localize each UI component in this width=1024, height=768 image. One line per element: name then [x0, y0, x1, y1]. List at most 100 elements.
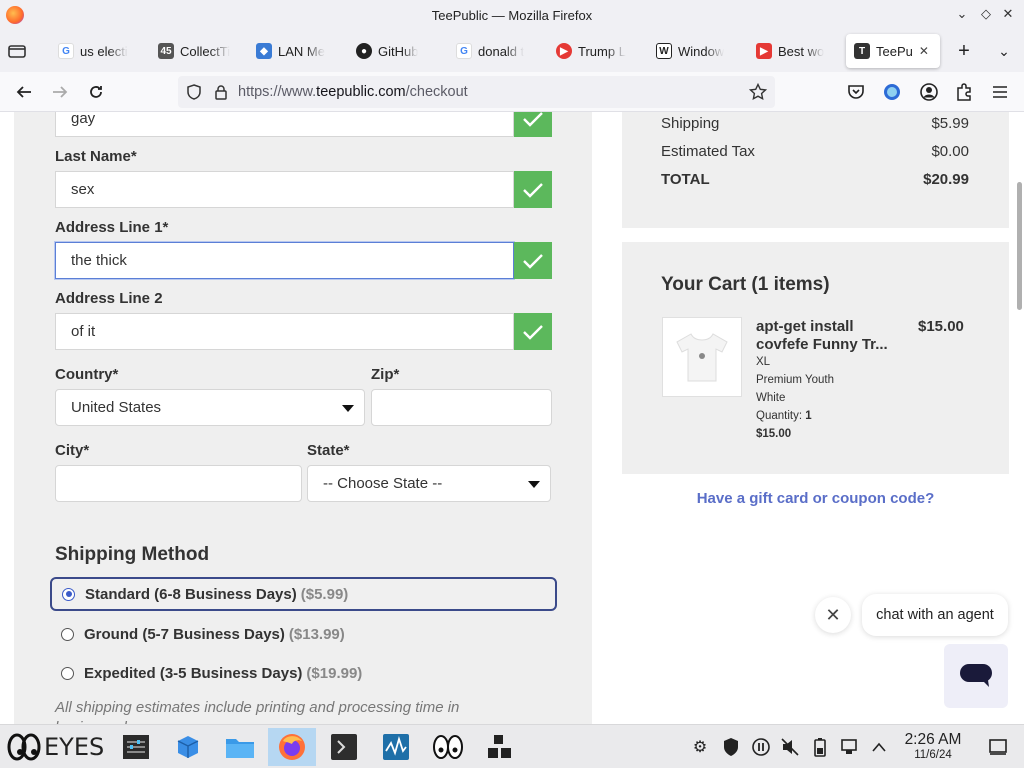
xeyes-icon: [433, 735, 463, 759]
country-label: Country*: [55, 366, 119, 383]
tab-donald[interactable]: G donald t: [456, 34, 542, 68]
shipping-method-title: Shipping Method: [55, 544, 210, 565]
bookmark-star-icon[interactable]: [749, 83, 767, 101]
shipping-option-name: Standard (6-8 Business Days): [85, 585, 297, 603]
first-name-input[interactable]: gay: [55, 112, 514, 137]
taskbar-terminal[interactable]: [324, 728, 364, 766]
close-tab-icon[interactable]: ✕: [919, 44, 929, 58]
eyes-app-launcher[interactable]: [4, 728, 44, 766]
volume-muted-tray-icon[interactable]: [780, 737, 800, 757]
tab-label: LAN Me: [278, 43, 325, 59]
tab-collect[interactable]: 45 CollectTi: [158, 34, 244, 68]
taskbar-eyes[interactable]: [428, 728, 468, 766]
cart-item-name[interactable]: apt-get install covfefe Funny Tr...: [756, 318, 896, 354]
chat-prompt-bubble[interactable]: chat with an agent: [862, 594, 1008, 636]
tab-label: GitHub: [378, 43, 419, 59]
extensions-button[interactable]: [952, 80, 976, 104]
radio-icon[interactable]: [61, 666, 74, 680]
chat-close-button[interactable]: ✕: [815, 597, 851, 633]
gift-card-link[interactable]: Have a gift card or coupon code?: [622, 490, 1009, 507]
folder-icon: [226, 739, 254, 758]
tab-best[interactable]: ▶ Best wo: [756, 34, 842, 68]
github-icon: ●: [356, 43, 372, 59]
tab-label: donald t: [478, 43, 525, 59]
extension-globe-button[interactable]: [880, 80, 904, 104]
taskbar-workspaces[interactable]: [480, 728, 520, 766]
steam-tray-icon[interactable]: ⚙: [690, 737, 710, 757]
shipping-option-standard[interactable]: Standard (6-8 Business Days) ($5.99): [50, 577, 557, 611]
taskbar-monitor[interactable]: [376, 728, 416, 766]
teepublic-icon: T: [854, 43, 870, 59]
back-button[interactable]: [12, 80, 36, 104]
tracking-protection-icon[interactable]: [186, 84, 202, 100]
tab-github[interactable]: ● GitHub: [356, 34, 442, 68]
radio-icon[interactable]: [61, 627, 74, 641]
new-tab-button[interactable]: +: [954, 34, 974, 68]
close-window-button[interactable]: ✕: [998, 6, 1018, 22]
media-pause-tray-icon[interactable]: [751, 737, 771, 757]
tab-us-election[interactable]: G us electi: [58, 34, 144, 68]
zip-label: Zip*: [371, 366, 400, 383]
chat-launcher-button[interactable]: [944, 644, 1008, 708]
tab-label: CollectTi: [180, 43, 231, 59]
tab-trump[interactable]: ▶ Trump L: [556, 34, 642, 68]
taskbar-files[interactable]: [220, 728, 260, 766]
firefox-view-button[interactable]: [8, 34, 32, 68]
summary-total-label: TOTAL: [661, 171, 710, 188]
tab-window[interactable]: W Window: [656, 34, 742, 68]
taskbar-firefox[interactable]: [268, 728, 316, 766]
reload-button[interactable]: [84, 80, 108, 104]
address1-input[interactable]: the thick: [55, 242, 514, 279]
grid-workspaces-icon: [488, 735, 511, 758]
radio-selected-icon[interactable]: [62, 587, 75, 601]
cart-line-total: $15.00: [756, 428, 792, 440]
summary-total-row: TOTAL $20.99: [661, 171, 969, 188]
tray-expand-icon[interactable]: [869, 737, 889, 757]
system-monitor-icon: [383, 734, 409, 760]
cart-item-thumbnail[interactable]: [662, 317, 742, 397]
page-scrollbar[interactable]: [1017, 182, 1022, 310]
menu-button[interactable]: [988, 80, 1012, 104]
forward-button[interactable]: [48, 80, 72, 104]
tab-teepublic[interactable]: T TeePu ✕: [846, 34, 940, 68]
youtube-red-icon: ▶: [556, 43, 572, 59]
shipping-option-ground[interactable]: Ground (5-7 Business Days) ($13.99): [50, 617, 557, 651]
pocket-button[interactable]: [844, 80, 868, 104]
country-select[interactable]: United States: [55, 389, 365, 426]
last-name-label: Last Name*: [55, 148, 137, 165]
shield-tray-icon[interactable]: [721, 737, 741, 757]
taskbar-store[interactable]: [168, 728, 208, 766]
collect-icon: 45: [158, 43, 174, 59]
chevron-up-icon: [872, 742, 886, 752]
url-bar[interactable]: https://www. teepublic.com/checkout: [178, 76, 775, 108]
summary-tax-row: Estimated Tax $0.00: [661, 143, 969, 160]
network-wired-icon: [841, 739, 857, 754]
show-desktop-button[interactable]: [988, 737, 1008, 757]
last-name-input[interactable]: sex: [55, 171, 514, 208]
account-button[interactable]: [917, 80, 941, 104]
country-value: United States: [71, 399, 162, 416]
youtube-icon: ▶: [756, 43, 772, 59]
network-tray-icon[interactable]: [840, 737, 860, 757]
forward-arrow-icon: [53, 86, 68, 98]
shipping-option-price: ($13.99): [288, 625, 345, 643]
list-tabs-button[interactable]: ⌄: [994, 34, 1014, 68]
address1-value: the thick: [71, 252, 127, 269]
settings-panel-icon: [123, 735, 149, 759]
minimize-button[interactable]: ⌄: [952, 6, 972, 22]
shipping-option-expedited[interactable]: Expedited (3-5 Business Days) ($19.99): [50, 656, 557, 690]
tab-lan[interactable]: ◆ LAN Me: [256, 34, 342, 68]
battery-tray-icon[interactable]: [810, 737, 830, 757]
shipping-option-price: ($19.99): [306, 664, 363, 682]
taskbar-settings[interactable]: [116, 728, 156, 766]
maximize-button[interactable]: ◇: [976, 6, 996, 22]
lock-icon[interactable]: [214, 84, 228, 100]
address2-input[interactable]: of it: [55, 313, 514, 350]
city-input[interactable]: [55, 465, 302, 502]
lan-icon: ◆: [256, 43, 272, 59]
taskbar-clock[interactable]: 2:26 AM 11/6/24: [895, 731, 971, 761]
state-select[interactable]: -- Choose State --: [307, 465, 551, 502]
state-label: State*: [307, 442, 350, 459]
quantity-label: Quantity:: [756, 410, 803, 422]
zip-input[interactable]: [371, 389, 552, 426]
